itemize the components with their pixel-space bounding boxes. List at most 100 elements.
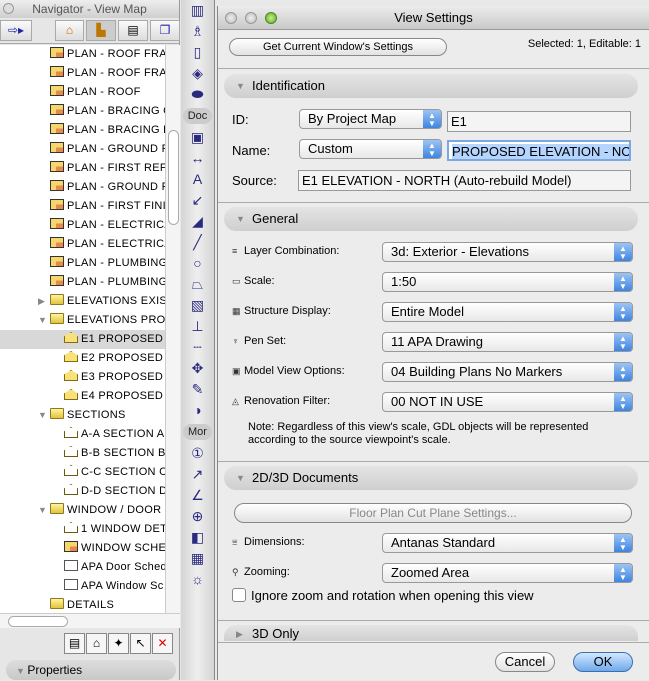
setting-select[interactable]: Zoomed Area ▲ ▼ <box>382 563 633 583</box>
zoom-button[interactable] <box>265 12 277 24</box>
setting-select[interactable]: 3d: Exterior - Elevations ▲ ▼ <box>382 242 633 262</box>
grid-tool-icon[interactable]: ① <box>181 443 214 464</box>
tree-item[interactable]: DETAILS <box>0 596 165 613</box>
identification-section-header[interactable]: ▼ Identification <box>224 74 638 98</box>
tree-item[interactable]: E3 PROPOSED E <box>0 368 165 387</box>
tree-item[interactable]: PLAN - BRACING G <box>0 102 165 121</box>
horizontal-scrollbar[interactable] <box>0 613 180 628</box>
tree-item[interactable]: PLAN - BRACING F <box>0 121 165 140</box>
window-tool-icon[interactable]: ▥ <box>181 0 214 21</box>
tree-item[interactable]: E2 PROPOSED E <box>0 349 165 368</box>
setting-select[interactable]: Entire Model ▲ ▼ <box>382 302 633 322</box>
publisher-sets-icon[interactable]: ❐ <box>150 20 180 41</box>
tree-item[interactable]: ▼ WINDOW / DOOR <box>0 501 165 520</box>
tree-item[interactable]: ▼ ELEVATIONS PROP <box>0 311 165 330</box>
tree-item[interactable]: PLAN - FIRST REFL <box>0 159 165 178</box>
tree-item[interactable]: E1 PROPOSED E <box>0 330 165 349</box>
disclosure-expanded-icon[interactable]: ▼ <box>38 311 47 330</box>
coordinate-dimension-icon[interactable]: ⊕ <box>181 506 214 527</box>
disclosure-expanded-icon[interactable]: ▼ <box>38 406 47 425</box>
ignore-zoom-checkbox[interactable] <box>232 588 246 602</box>
zone-tool-icon[interactable]: ▯ <box>181 42 214 63</box>
line-tool-icon[interactable]: ╱ <box>181 232 214 253</box>
hotspot-tool-icon[interactable]: ✥ <box>181 358 214 379</box>
setting-select[interactable]: Antanas Standard ▲ ▼ <box>382 533 633 553</box>
tree-item[interactable]: PLAN - ELECTRICA <box>0 235 165 254</box>
level-dimension-icon[interactable]: ⊥ <box>181 316 214 337</box>
close-button[interactable] <box>225 12 237 24</box>
tree-item[interactable]: PLAN - ROOF FRA <box>0 64 165 83</box>
publisher-icon[interactable]: ⇨▸ <box>0 20 32 41</box>
fill-tool-icon[interactable]: ◢ <box>181 211 214 232</box>
id-mode-select[interactable]: By Project Map ▲ ▼ <box>299 109 442 129</box>
disclosure-expanded-icon[interactable]: ▼ <box>38 501 47 520</box>
disclosure-collapsed-icon[interactable]: ▶ <box>38 292 45 311</box>
text-tool-icon[interactable]: A <box>181 169 214 190</box>
setting-select[interactable]: 00 NOT IN USE ▲ ▼ <box>382 392 633 412</box>
more-section-label[interactable]: Mor <box>183 424 212 440</box>
tree-item[interactable]: ▼ SECTIONS <box>0 406 165 425</box>
dimension-tool-icon[interactable]: ↔ <box>181 148 214 169</box>
curtain-wall-icon[interactable]: ◧ <box>181 527 214 548</box>
properties-header[interactable]: ▼ Properties <box>6 660 176 680</box>
tree-item[interactable]: APA Window Sc <box>0 577 165 596</box>
label-tool-icon[interactable]: ↙ <box>181 190 214 211</box>
tree-item[interactable]: B-B SECTION B- <box>0 444 165 463</box>
scroll-thumb[interactable] <box>8 616 68 627</box>
setting-select[interactable]: 1:50 ▲ ▼ <box>382 272 633 292</box>
tree-item[interactable]: C-C SECTION C <box>0 463 165 482</box>
tree-item[interactable]: PLAN - GROUND F <box>0 178 165 197</box>
close-icon[interactable] <box>3 3 14 14</box>
delete-icon[interactable]: ✕ <box>152 633 173 654</box>
tree-item[interactable]: A-A SECTION A <box>0 425 165 444</box>
tree-item[interactable]: APA Door Sched <box>0 558 165 577</box>
tree-item[interactable]: D-D SECTION D <box>0 482 165 501</box>
object-tool-icon[interactable]: ♗ <box>181 21 214 42</box>
tree-item[interactable]: 1 WINDOW DET <box>0 520 165 539</box>
name-input[interactable]: PROPOSED ELEVATION - NORTH <box>447 140 631 161</box>
lamp-tool-icon[interactable]: ☼ <box>181 569 214 590</box>
interior-elevation-icon[interactable]: ▦ <box>181 548 214 569</box>
setting-select[interactable]: 11 APA Drawing ▲ ▼ <box>382 332 633 352</box>
tree-item[interactable]: WINDOW SCHED <box>0 539 165 558</box>
documents-section-header[interactable]: ▼ 2D/3D Documents <box>224 466 638 490</box>
detail-tool-icon[interactable]: ◑ <box>181 400 214 421</box>
floor-plan-cut-plane-button[interactable]: Floor Plan Cut Plane Settings... <box>234 503 632 523</box>
ok-button[interactable]: OK <box>573 652 633 672</box>
id-input[interactable]: E1 <box>447 111 631 132</box>
polyline-tool-icon[interactable]: ⏢ <box>181 274 214 295</box>
tree-item[interactable]: PLAN - PLUMBING <box>0 273 165 292</box>
section-tool-icon[interactable]: ▣ <box>181 127 214 148</box>
tree-item[interactable]: PLAN - ROOF <box>0 83 165 102</box>
general-section-header[interactable]: ▼ General <box>224 207 638 231</box>
minimize-button[interactable] <box>245 12 257 24</box>
name-mode-select[interactable]: Custom ▲ ▼ <box>299 139 442 159</box>
setting-select[interactable]: 04 Building Plans No Markers ▲ ▼ <box>382 362 633 382</box>
circle-tool-icon[interactable]: ○ <box>181 253 214 274</box>
drawing-tool-icon[interactable]: ▧ <box>181 295 214 316</box>
elevation-dimension-icon[interactable]: ┄ <box>181 337 214 358</box>
radial-dimension-icon[interactable]: ↗ <box>181 464 214 485</box>
layout-book-icon[interactable]: ▤ <box>118 20 148 41</box>
view-map-icon[interactable]: ▙ <box>86 20 116 41</box>
open-view-icon[interactable]: ↖ <box>130 633 151 654</box>
tree-item[interactable]: PLAN - ELECTRICA <box>0 216 165 235</box>
3d-only-section-header[interactable]: ▶ 3D Only <box>224 625 638 641</box>
new-view-icon[interactable]: ⌂ <box>86 633 107 654</box>
figure-tool-icon[interactable]: ✎ <box>181 379 214 400</box>
mesh-tool-icon[interactable]: ◈ <box>181 63 214 84</box>
tree-item[interactable]: PLAN - GROUND R <box>0 140 165 159</box>
new-folder-icon[interactable]: ✦ <box>108 633 129 654</box>
tree-item[interactable]: PLAN - PLUMBING <box>0 254 165 273</box>
angle-dimension-icon[interactable]: ∠ <box>181 485 214 506</box>
tree-item[interactable]: PLAN - ROOF FRA <box>0 45 165 64</box>
stair-tool-icon[interactable]: ⬬ <box>181 84 214 105</box>
tree-item[interactable]: ▶ ELEVATIONS EXIST <box>0 292 165 311</box>
project-map-icon[interactable]: ⌂ <box>55 20 84 41</box>
cancel-button[interactable]: Cancel <box>495 652 555 672</box>
tree-item[interactable]: PLAN - FIRST FINIS <box>0 197 165 216</box>
get-current-window-settings-button[interactable]: Get Current Window's Settings <box>229 38 447 56</box>
vertical-scrollbar[interactable] <box>165 45 180 613</box>
doc-section-label[interactable]: Doc <box>183 108 212 124</box>
settings-icon[interactable]: ▤ <box>64 633 85 654</box>
